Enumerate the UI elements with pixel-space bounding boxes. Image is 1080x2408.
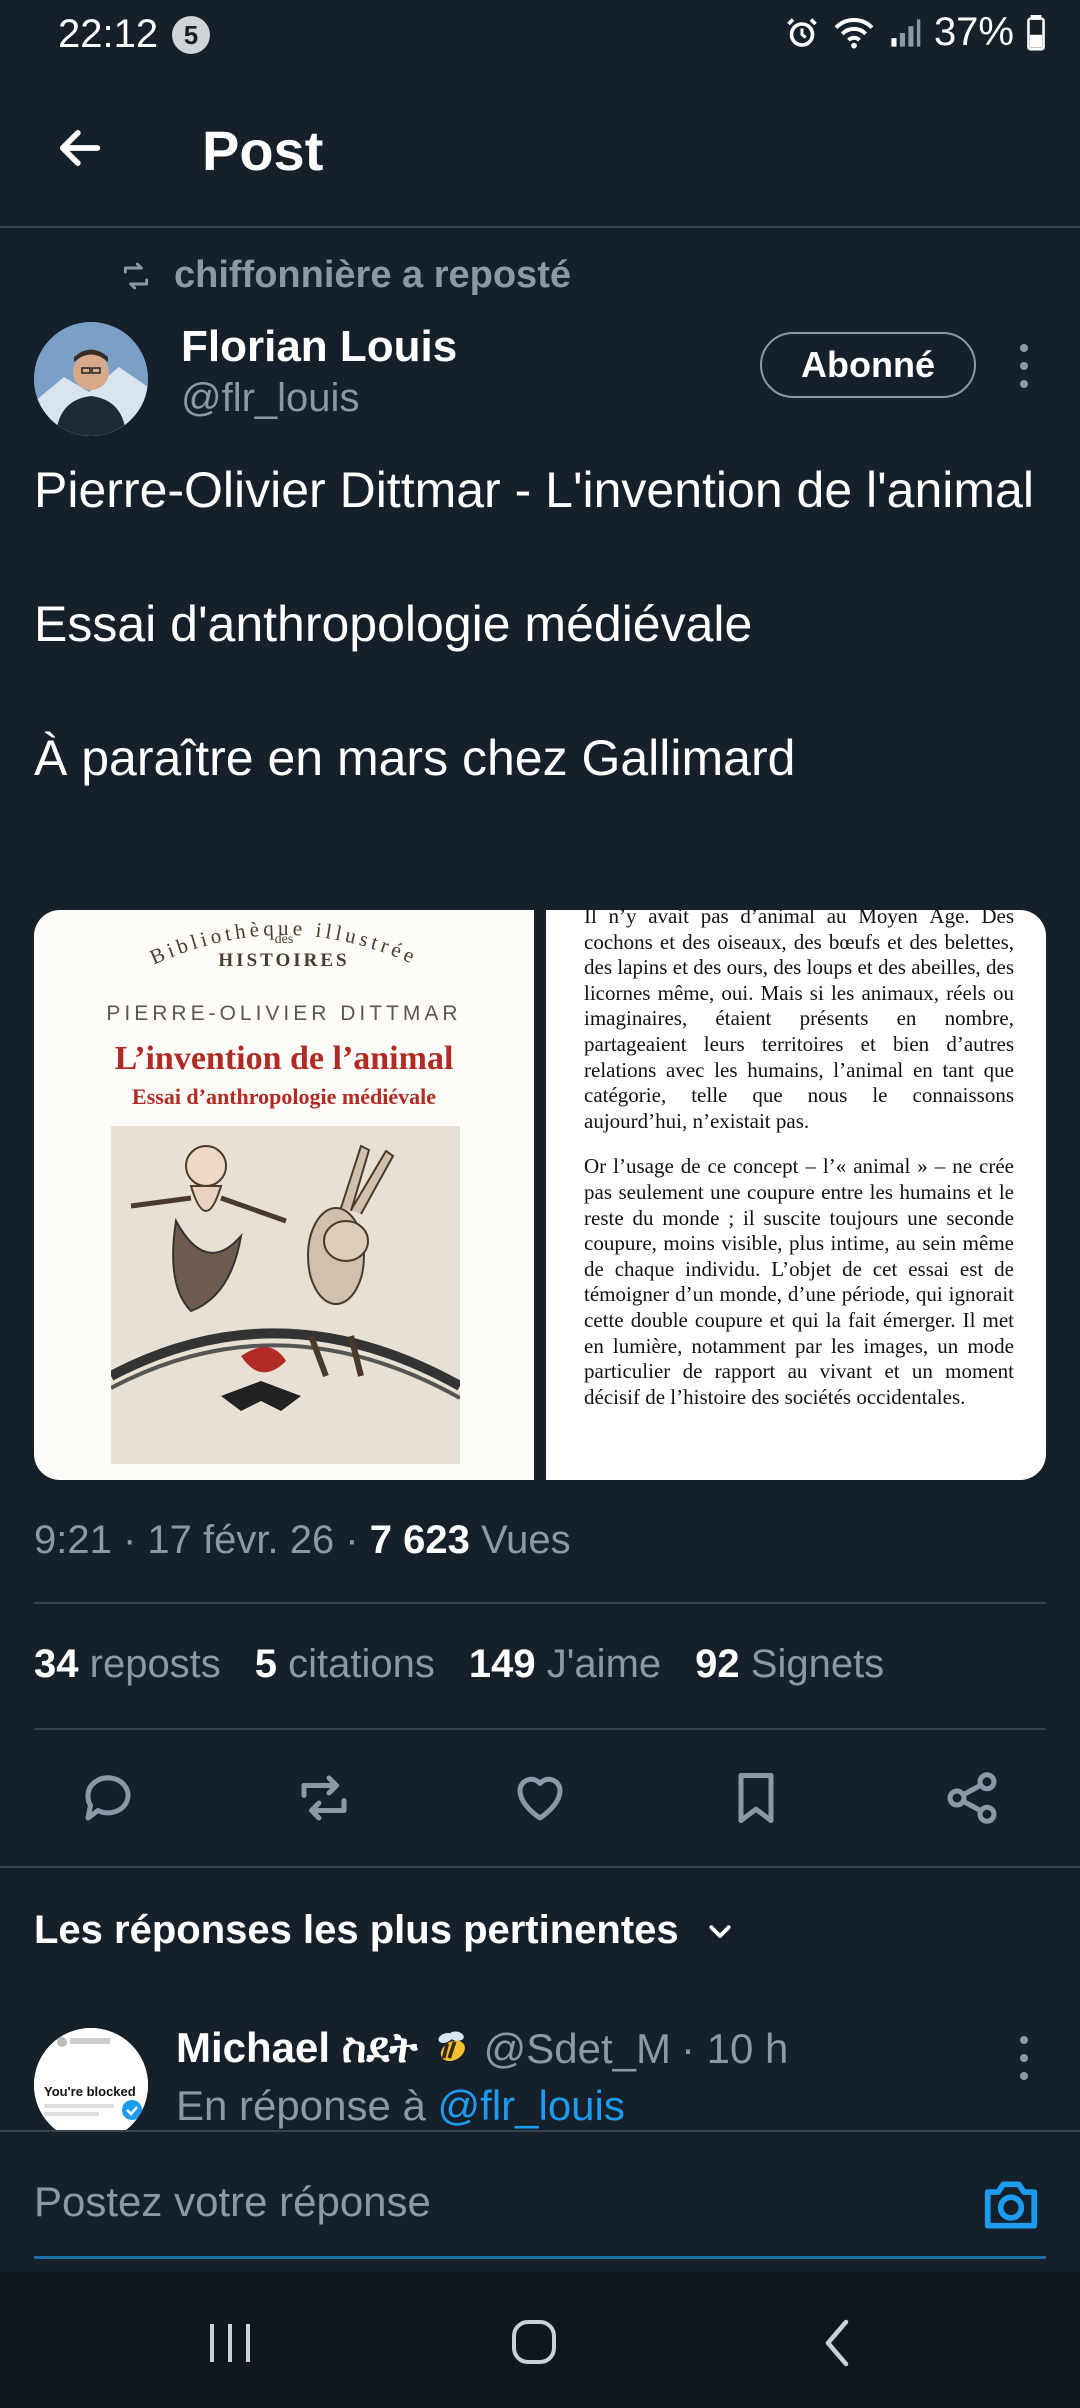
post-body: Pierre-Olivier Dittmar - L'invention de … xyxy=(34,456,1044,792)
backcover-paragraph: Or l’usage de ce concept – l’« animal » … xyxy=(584,1154,1014,1409)
wifi-icon xyxy=(834,17,874,48)
reply-button[interactable] xyxy=(70,1760,146,1836)
page-title: Post xyxy=(202,119,324,182)
meta-divider xyxy=(34,1602,1046,1604)
cover-series-name: HISTOIRES xyxy=(218,950,350,971)
share-button[interactable] xyxy=(934,1760,1010,1836)
post-timestamp: 9:21 · 17 févr. 26 · xyxy=(34,1518,370,1562)
reply-author-name[interactable]: Michael ስደት xyxy=(176,2024,418,2073)
in-reply-handle-link[interactable]: @flr_louis xyxy=(438,2082,625,2129)
chevron-down-icon xyxy=(709,1924,731,1938)
status-time: 22:12 xyxy=(58,12,159,56)
cover-subtitle: Essai d’anthropologie médiévale xyxy=(132,1084,436,1109)
repost-text: chiffonnière a reposté xyxy=(174,254,571,296)
quotes-stat[interactable]: 5 citations xyxy=(255,1642,435,1687)
reply-icon xyxy=(85,1775,131,1821)
post-text-line: Essai d'anthropologie médiévale xyxy=(34,596,753,652)
repost-context[interactable]: chiffonnière a reposté xyxy=(118,254,571,297)
author-handle[interactable]: @flr_louis xyxy=(181,376,359,421)
reply-more-button[interactable] xyxy=(1006,2036,1042,2080)
views-count: 7 623 xyxy=(369,1518,470,1562)
share-icon xyxy=(947,1772,997,1824)
stats-divider xyxy=(34,1728,1046,1730)
reply-time: · 10 h xyxy=(681,2024,789,2072)
home-button[interactable] xyxy=(506,2314,562,2370)
likes-stat[interactable]: 149 J'aime xyxy=(469,1642,661,1687)
battery-icon xyxy=(1027,14,1045,50)
alarm-icon xyxy=(787,17,817,47)
more-icon xyxy=(1020,2036,1028,2044)
back-arrow-icon xyxy=(59,130,101,166)
status-icons: 37% xyxy=(784,10,1046,55)
backcover-paragraph: Il n’y avait pas d’animal au Moyen Âge. … xyxy=(584,910,1014,1133)
likes-label: J'aime xyxy=(546,1642,662,1686)
bee-icon xyxy=(438,2030,465,2061)
repost-icon xyxy=(301,1775,347,1821)
notification-count-badge: 5 xyxy=(172,16,210,54)
quotes-label: citations xyxy=(288,1642,435,1686)
cover-author: PIERRE-OLIVIER DITTMAR xyxy=(106,1002,462,1025)
reposts-count: 34 xyxy=(34,1642,79,1686)
following-button[interactable]: Abonné xyxy=(760,332,976,398)
recent-apps-icon xyxy=(210,2324,250,2362)
post-text-line: À paraître en mars chez Gallimard xyxy=(34,730,796,786)
reply-avatar-image: You're blocked xyxy=(34,2028,148,2142)
system-back-button[interactable] xyxy=(816,2316,860,2370)
author-name[interactable]: Florian Louis xyxy=(181,322,457,372)
recent-apps-button[interactable] xyxy=(200,2318,260,2368)
cover-title: L’invention de l’animal xyxy=(114,1040,454,1077)
bookmarks-label: Signets xyxy=(750,1642,885,1686)
cover-series-des: des xyxy=(274,932,294,947)
post-timestamp-views: 9:21 · 17 févr. 26 · 7 623 Vues xyxy=(34,1518,571,1563)
header-divider xyxy=(0,226,1080,228)
bookmarks-stat[interactable]: 92 Signets xyxy=(695,1642,884,1687)
bookmark-icon xyxy=(738,1773,774,1823)
more-options-button[interactable] xyxy=(1006,344,1042,388)
avatar-photo xyxy=(34,322,148,436)
post-image-cover[interactable]: Bibliothèque illustrée des HISTOIRES PIE… xyxy=(34,910,534,1480)
battery-percent: 37% xyxy=(933,10,1014,54)
like-icon xyxy=(517,1776,563,1821)
author-avatar[interactable] xyxy=(34,322,148,436)
bookmark-button[interactable] xyxy=(718,1760,794,1836)
camera-icon xyxy=(984,2181,1038,2229)
like-button[interactable] xyxy=(502,1760,578,1836)
reply-context: En réponse à @flr_louis xyxy=(176,2082,625,2130)
views-label: Vues xyxy=(469,1518,571,1562)
quotes-count: 5 xyxy=(254,1642,278,1686)
replies-sort-dropdown[interactable]: Les réponses les plus pertinentes xyxy=(34,1908,735,1953)
system-navigation-bar xyxy=(0,2272,1080,2408)
actions-divider xyxy=(0,1866,1080,1868)
post-text-line: Pierre-Olivier Dittmar - L'invention de … xyxy=(34,462,1034,518)
home-icon xyxy=(512,2320,556,2364)
repost-button[interactable] xyxy=(286,1760,362,1836)
likes-count: 149 xyxy=(468,1642,536,1686)
system-back-icon xyxy=(825,2319,849,2367)
reply-avatar[interactable]: You're blocked xyxy=(34,2028,148,2142)
camera-button[interactable] xyxy=(980,2174,1042,2236)
bookmarks-count: 92 xyxy=(695,1642,740,1686)
more-icon xyxy=(1020,344,1028,352)
repost-icon xyxy=(123,262,149,289)
svg-text:You're blocked: You're blocked xyxy=(44,2084,136,2099)
back-button[interactable] xyxy=(50,118,110,178)
cover-illustration xyxy=(108,1126,463,1464)
engagement-stats: 34 reposts 5 citations 149 J'aime 92 Sig… xyxy=(34,1642,884,1687)
reply-header: Michael ስደት @Sdet_M · 10 h xyxy=(176,2024,788,2073)
in-reply-prefix: En réponse à xyxy=(176,2082,438,2129)
replies-sort-label: Les réponses les plus pertinentes xyxy=(34,1908,679,1952)
action-bar xyxy=(0,1760,1080,1836)
post-image-backcover[interactable]: Il n’y avait pas d’animal au Moyen Âge. … xyxy=(546,910,1046,1480)
composer-underline xyxy=(34,2256,1046,2259)
reposts-label: reposts xyxy=(89,1642,221,1686)
backcover-text: Il n’y avait pas d’animal au Moyen Âge. … xyxy=(584,910,1014,1430)
reply-input[interactable]: Postez votre réponse xyxy=(34,2178,431,2226)
reposts-stat[interactable]: 34 reposts xyxy=(34,1642,221,1687)
signal-icon xyxy=(891,18,921,47)
reply-author-handle[interactable]: @Sdet_M xyxy=(484,2025,671,2073)
